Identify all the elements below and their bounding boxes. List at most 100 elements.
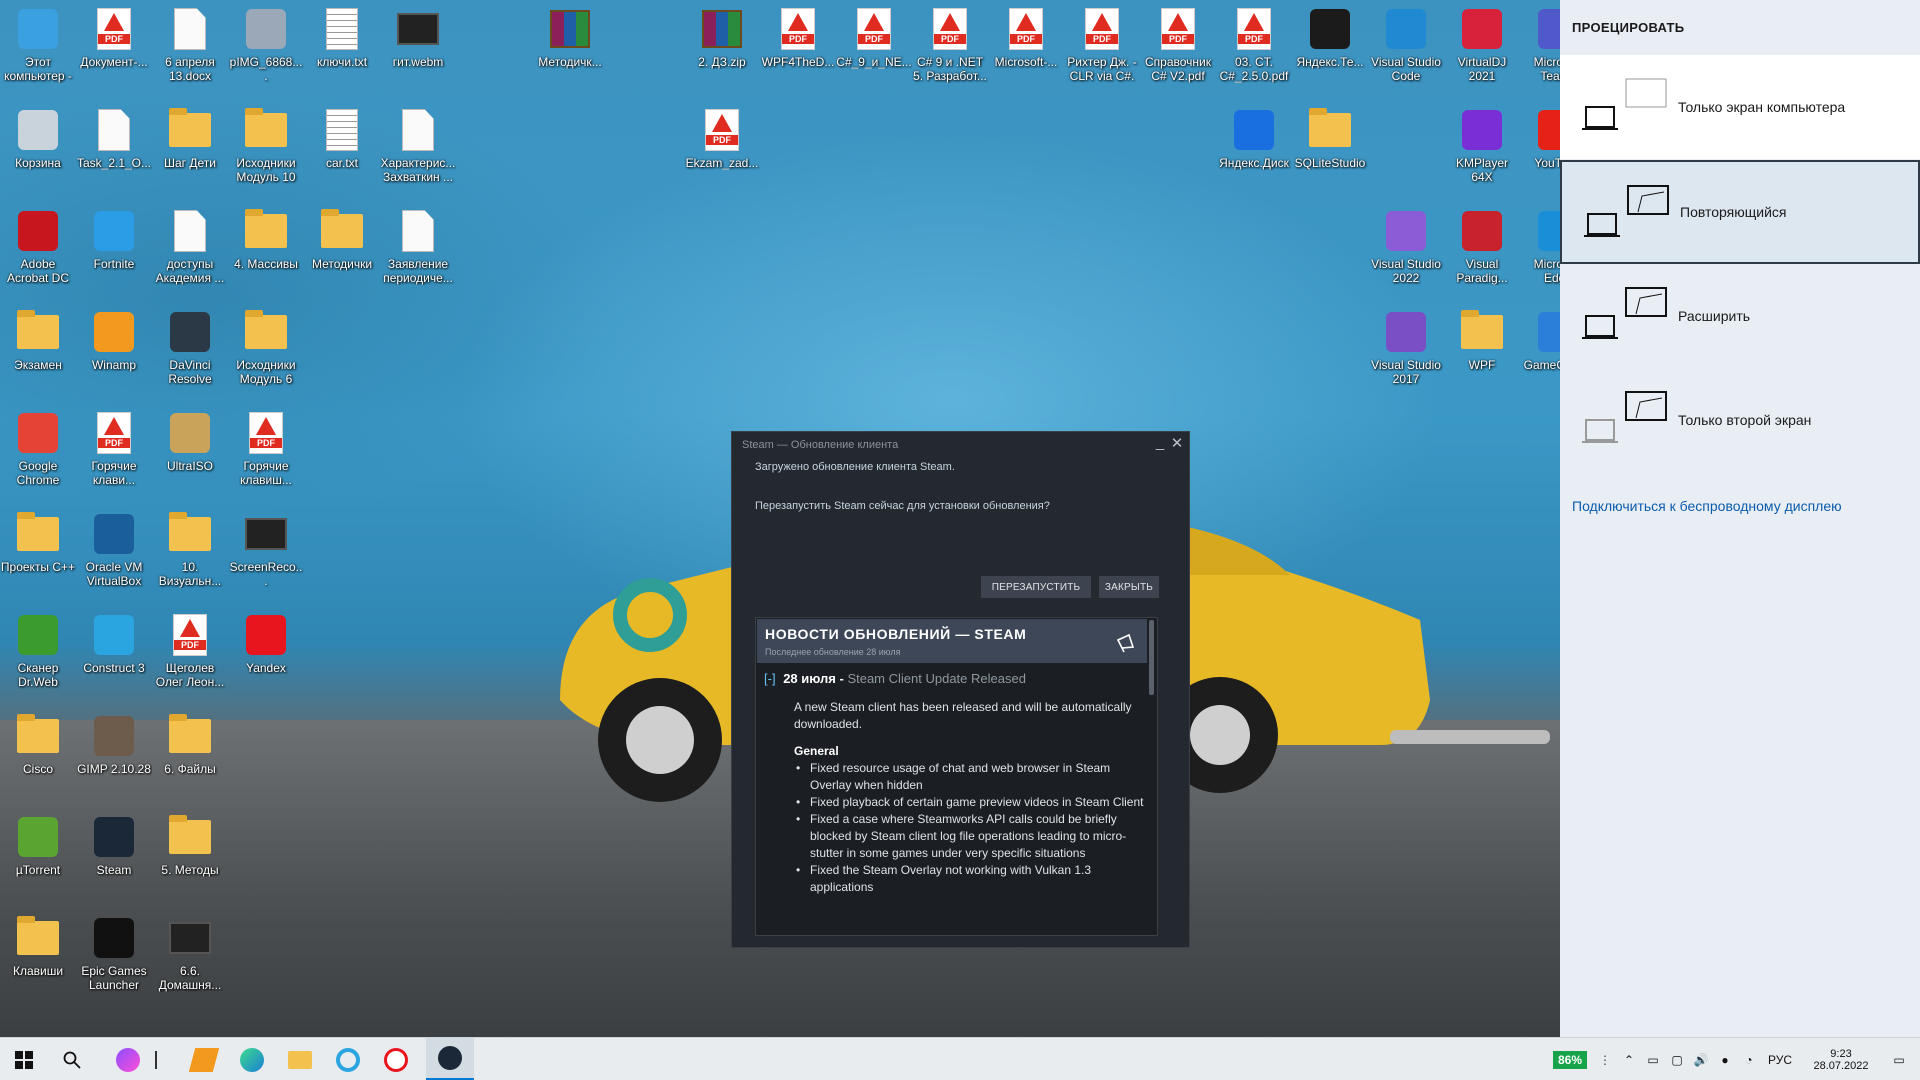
box-icon (15, 612, 61, 658)
yandex-taskbar-button[interactable] (372, 1038, 420, 1080)
desktop-icon[interactable]: Visual Studio Code (1368, 6, 1444, 106)
desktop-icon[interactable]: Visual Studio 2017 (1368, 309, 1444, 409)
desktop-icon[interactable]: C#_9_и_NE... (836, 6, 912, 106)
folder-icon (15, 915, 61, 961)
windows-start-button[interactable] (0, 1038, 48, 1080)
desktop-icon[interactable]: 5. Методы (152, 814, 228, 914)
desktop-icon[interactable]: Yandex (228, 612, 304, 712)
desktop-icon[interactable]: WPF4TheD... (760, 6, 836, 106)
desktop-icon[interactable]: гит.webm (380, 6, 456, 106)
language-button[interactable]: РУС (1762, 1038, 1798, 1080)
desktop-icon[interactable]: Характерис... Захваткин ... (380, 107, 456, 207)
desktop-icon-label: C# 9 и .NET 5. Разработ... (913, 55, 987, 83)
volume-button[interactable]: 🔊 (1690, 1038, 1712, 1080)
desktop-icon[interactable]: 6. Файлы (152, 713, 228, 813)
desktop-icon[interactable]: C# 9 и .NET 5. Разработ... (912, 6, 988, 106)
desktop-icon[interactable]: Visual Paradig... (1444, 208, 1520, 308)
desktop-icon[interactable]: Яндекс.Те... (1292, 6, 1368, 106)
connect-wireless-display-link[interactable]: Подключиться к беспроводному дисплею (1572, 498, 1842, 514)
desktop-icon[interactable]: Task_2.1_O... (76, 107, 152, 207)
desktop-icon[interactable]: Winamp (76, 309, 152, 409)
power-tray-button[interactable]: ▭ (1642, 1038, 1664, 1080)
desktop-icon[interactable]: Методички (304, 208, 380, 308)
desktop-icon[interactable]: ScreenReco... (228, 511, 304, 611)
desktop-icon[interactable]: KMPlayer 64X (1444, 107, 1520, 207)
desktop-icon[interactable]: 03. CT. C#_2.5.0.pdf (1216, 6, 1292, 106)
desktop-icon[interactable]: Методичк... (532, 6, 608, 106)
restart-button[interactable]: ПЕРЕЗАПУСТИТЬ (981, 576, 1091, 598)
battery-indicator[interactable]: 86% (1548, 1038, 1592, 1080)
desktop-icon[interactable]: car.txt (304, 107, 380, 207)
desktop-icon[interactable]: Сканер Dr.Web (0, 612, 76, 712)
desktop-icon[interactable]: 6.6. Домашня... (152, 915, 228, 1015)
desktop-icon[interactable]: Epic Games Launcher (76, 915, 152, 1015)
option-pc-only[interactable]: Только экран компьютера (1560, 55, 1920, 159)
desktop-icon[interactable]: µTorrent (0, 814, 76, 914)
microphone-button[interactable]: ● (1714, 1038, 1736, 1080)
news-scrollbar[interactable] (1149, 620, 1154, 695)
desktop-icon[interactable]: SQLiteStudio (1292, 107, 1368, 207)
desktop-icon[interactable]: Cisco (0, 713, 76, 813)
desktop-icon[interactable]: Исходники Модуль 10 (228, 107, 304, 207)
search-button[interactable] (48, 1038, 96, 1080)
desktop-icon[interactable]: Справочник C# V2.pdf (1140, 6, 1216, 106)
clock[interactable]: 9:23 28.07.2022 (1805, 1038, 1877, 1080)
desktop-icon[interactable]: Этот компьютер - (0, 6, 76, 106)
desktop-icon[interactable]: Шаг Дети (152, 107, 228, 207)
desktop-icon[interactable]: доступы Академия ... (152, 208, 228, 308)
collapse-toggle[interactable]: [-] (764, 671, 776, 686)
desktop-icon[interactable]: Экзамен (0, 309, 76, 409)
construct-taskbar-button[interactable] (324, 1038, 372, 1080)
desktop-icon[interactable]: WPF (1444, 309, 1520, 409)
action-center-button[interactable]: ▭ (1878, 1038, 1920, 1080)
desktop-icon[interactable]: 6 апреля 13.docx (152, 6, 228, 106)
close-button[interactable]: ЗАКРЫТЬ (1099, 576, 1159, 598)
desktop-icon[interactable]: Oracle VM VirtualBox (76, 511, 152, 611)
explorer-taskbar-button[interactable] (276, 1038, 324, 1080)
desktop-icon[interactable]: Клавиши (0, 915, 76, 1015)
desktop-icon[interactable]: Adobe Acrobat DC (0, 208, 76, 308)
box-glyph (18, 9, 58, 49)
edge-taskbar-button[interactable] (228, 1038, 276, 1080)
desktop-icon[interactable]: 4. Массивы (228, 208, 304, 308)
desktop-icon-label: Документ-... (80, 55, 148, 69)
option-extend[interactable]: Расширить (1560, 264, 1920, 368)
winamp-taskbar-button[interactable] (180, 1038, 228, 1080)
desktop-icon[interactable]: pIMG_6868.... (228, 6, 304, 106)
option-duplicate[interactable]: Повторяющийся (1560, 160, 1920, 264)
close-icon[interactable]: ✕ (1169, 434, 1185, 452)
desktop-icon[interactable]: GIMP 2.10.28 (76, 713, 152, 813)
desktop-icon[interactable]: Горячие клави... (76, 410, 152, 510)
desktop-icon[interactable]: Проекты C++ (0, 511, 76, 611)
desktop-icon[interactable]: Visual Studio 2022 (1368, 208, 1444, 308)
desktop-icon[interactable]: Корзина (0, 107, 76, 207)
desktop-icon[interactable]: ключи.txt (304, 6, 380, 106)
desktop-icon-label: 6.6. Домашня... (158, 964, 222, 992)
desktop-icon[interactable]: Construct 3 (76, 612, 152, 712)
desktop-icon[interactable]: UltraISO (152, 410, 228, 510)
desktop-icon[interactable]: 10. Визуальн... (152, 511, 228, 611)
desktop-icon[interactable]: Заявление периодиче... (380, 208, 456, 308)
desktop-icon[interactable]: Ekzam_zad... (684, 107, 760, 207)
desktop-icon[interactable]: Щеголев Олег Леон... (152, 612, 228, 712)
desktop-icon[interactable]: Microsoft-... (988, 6, 1064, 106)
desktop-icon[interactable]: Google Chrome (0, 410, 76, 510)
option-second-only[interactable]: Только второй экран (1560, 368, 1920, 472)
desktop-icon[interactable]: 2. ДЗ.zip (684, 6, 760, 106)
desktop-icon[interactable]: Яндекс.Диск (1216, 107, 1292, 207)
network-button[interactable]: ◔ (1738, 1038, 1760, 1080)
desktop-icon[interactable]: Steam (76, 814, 152, 914)
steam-taskbar-button[interactable] (426, 1038, 474, 1080)
minimize-button[interactable]: _ (1152, 434, 1168, 451)
desktop-icon[interactable]: Горячие клавиш... (228, 410, 304, 510)
desktop-icon[interactable]: DaVinci Resolve (152, 309, 228, 409)
show-hidden-icons-button[interactable]: ⌃ (1618, 1038, 1640, 1080)
desktop-icon-label: Корзина (15, 156, 61, 170)
desktop-icon[interactable]: Документ-... (76, 6, 152, 106)
desktop-icon[interactable]: VirtualDJ 2021 (1444, 6, 1520, 106)
task-view-button[interactable] (142, 1038, 170, 1080)
desktop-icon[interactable]: Fortnite (76, 208, 152, 308)
display-tray-button[interactable]: ▢ (1666, 1038, 1688, 1080)
desktop-icon[interactable]: Исходники Модуль 6 (228, 309, 304, 409)
desktop-icon[interactable]: Рихтер Дж. - CLR via C#. ... (1064, 6, 1140, 106)
